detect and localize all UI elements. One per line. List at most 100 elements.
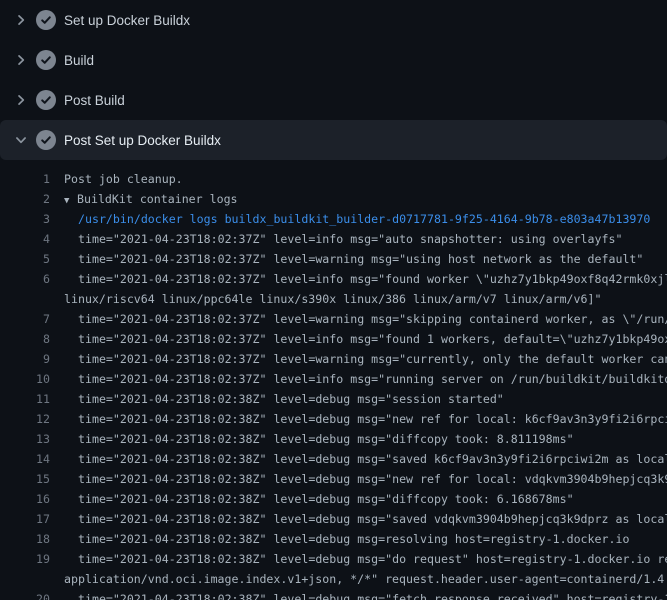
log-line-number[interactable]: 19	[0, 549, 50, 569]
log-line: 16 time="2021-04-23T18:02:38Z" level=deb…	[0, 489, 667, 509]
workflow-log-viewer: Set up Docker Buildx Build	[0, 0, 667, 600]
log-line-number[interactable]: 12	[0, 409, 50, 429]
section-label: Post Set up Docker Buildx	[64, 133, 221, 148]
log-line-text: time="2021-04-23T18:02:38Z" level=debug …	[78, 529, 629, 549]
log-line-number[interactable]: 7	[0, 309, 50, 329]
log-line-text: time="2021-04-23T18:02:38Z" level=debug …	[78, 429, 574, 449]
log-line-text-content: time="2021-04-23T18:02:38Z" level=debug …	[78, 392, 504, 406]
log-line: 13 time="2021-04-23T18:02:38Z" level=deb…	[0, 429, 667, 449]
log-line-text-content: time="2021-04-23T18:02:38Z" level=debug …	[78, 592, 667, 600]
log-line-number[interactable]: 20	[0, 589, 50, 600]
chevron-right-icon	[13, 12, 29, 28]
log-line-number[interactable]: 15	[0, 469, 50, 489]
log-line-text: ▼BuildKit container logs	[64, 189, 238, 209]
log-line: 3 /usr/bin/docker logs buildx_buildkit_b…	[0, 209, 667, 229]
log-line-text-content: time="2021-04-23T18:02:37Z" level=info m…	[78, 332, 667, 346]
log-line-number[interactable]: 16	[0, 489, 50, 509]
log-line-text-content: BuildKit container logs	[77, 192, 238, 206]
log-line-number[interactable]	[0, 289, 50, 309]
log-line-number[interactable]: 2	[0, 189, 50, 209]
log-line-number[interactable]: 18	[0, 529, 50, 549]
check-circle-icon	[36, 90, 56, 110]
log-line: application/vnd.oci.image.index.v1+json,…	[0, 569, 667, 589]
log-line-text: Post job cleanup.	[64, 169, 183, 189]
log-line-number[interactable]: 3	[0, 209, 50, 229]
chevron-right-icon	[13, 52, 29, 68]
section-row-set-up-docker-buildx[interactable]: Set up Docker Buildx	[0, 0, 667, 40]
log-line: 17 time="2021-04-23T18:02:38Z" level=deb…	[0, 509, 667, 529]
log-line-number[interactable]: 4	[0, 229, 50, 249]
log-line-number[interactable]: 9	[0, 349, 50, 369]
log-line: 9 time="2021-04-23T18:02:37Z" level=warn…	[0, 349, 667, 369]
log-line-text: /usr/bin/docker logs buildx_buildkit_bui…	[78, 209, 650, 229]
log-line-text: time="2021-04-23T18:02:38Z" level=debug …	[78, 449, 667, 469]
log-line-text-content: time="2021-04-23T18:02:37Z" level=warnin…	[78, 252, 643, 266]
log-line: 12 time="2021-04-23T18:02:38Z" level=deb…	[0, 409, 667, 429]
log-lines: 1 Post job cleanup. 2 ▼BuildKit containe…	[0, 169, 667, 600]
log-line-text-content: time="2021-04-23T18:02:37Z" level=info m…	[78, 232, 622, 246]
log-line: 6 time="2021-04-23T18:02:37Z" level=info…	[0, 269, 667, 289]
log-line-text-content: time="2021-04-23T18:02:37Z" level=warnin…	[78, 352, 667, 366]
section-row-post-build[interactable]: Post Build	[0, 80, 667, 120]
log-line-number[interactable]: 14	[0, 449, 50, 469]
log-line[interactable]: 2 ▼BuildKit container logs	[0, 189, 667, 209]
log-line: 20 time="2021-04-23T18:02:38Z" level=deb…	[0, 589, 667, 600]
log-line-text: time="2021-04-23T18:02:38Z" level=debug …	[78, 469, 667, 489]
section-row-post-set-up-docker-buildx[interactable]: Post Set up Docker Buildx	[0, 120, 667, 160]
log-line: 11 time="2021-04-23T18:02:38Z" level=deb…	[0, 389, 667, 409]
log-line-number[interactable]: 6	[0, 269, 50, 289]
section-label: Set up Docker Buildx	[64, 13, 190, 28]
group-collapse-icon[interactable]: ▼	[64, 191, 77, 211]
log-line-number[interactable]: 17	[0, 509, 50, 529]
log-line-text: time="2021-04-23T18:02:38Z" level=debug …	[78, 509, 667, 529]
log-line-text-content: time="2021-04-23T18:02:37Z" level=info m…	[78, 372, 667, 386]
log-line-text: time="2021-04-23T18:02:37Z" level=warnin…	[78, 349, 667, 369]
log-line-text: time="2021-04-23T18:02:37Z" level=info m…	[78, 269, 667, 289]
log-line: 14 time="2021-04-23T18:02:38Z" level=deb…	[0, 449, 667, 469]
chevron-down-icon	[13, 132, 29, 148]
check-circle-icon	[36, 50, 56, 70]
log-line-text: application/vnd.oci.image.index.v1+json,…	[64, 569, 667, 589]
log-line-number[interactable]: 1	[0, 169, 50, 189]
log-line-text-content: time="2021-04-23T18:02:38Z" level=debug …	[78, 492, 574, 506]
log-line-number[interactable]	[0, 569, 50, 589]
log-line-number[interactable]: 10	[0, 369, 50, 389]
log-line-text: time="2021-04-23T18:02:38Z" level=debug …	[78, 409, 667, 429]
log-line-number[interactable]: 13	[0, 429, 50, 449]
log-line: 15 time="2021-04-23T18:02:38Z" level=deb…	[0, 469, 667, 489]
steps-list: Set up Docker Buildx Build	[0, 0, 667, 160]
log-line-text-content: time="2021-04-23T18:02:37Z" level=info m…	[78, 272, 667, 286]
section-row-build[interactable]: Build	[0, 40, 667, 80]
log-line-number[interactable]: 8	[0, 329, 50, 349]
log-line: 18 time="2021-04-23T18:02:38Z" level=deb…	[0, 529, 667, 549]
section-label: Build	[64, 53, 94, 68]
log-line-text: time="2021-04-23T18:02:37Z" level=warnin…	[78, 309, 667, 329]
log-line-number[interactable]: 5	[0, 249, 50, 269]
log-line-text-content: time="2021-04-23T18:02:38Z" level=debug …	[78, 432, 574, 446]
log-line-text: time="2021-04-23T18:02:37Z" level=warnin…	[78, 249, 643, 269]
log-line: 5 time="2021-04-23T18:02:37Z" level=warn…	[0, 249, 667, 269]
log-line-number[interactable]: 11	[0, 389, 50, 409]
check-circle-icon	[36, 10, 56, 30]
log-line-text: time="2021-04-23T18:02:37Z" level=info m…	[78, 229, 622, 249]
log-line: 7 time="2021-04-23T18:02:37Z" level=warn…	[0, 309, 667, 329]
log-line-text: time="2021-04-23T18:02:38Z" level=debug …	[78, 549, 667, 569]
log-line-text-content: Post job cleanup.	[64, 172, 183, 186]
log-line-text-content: time="2021-04-23T18:02:38Z" level=debug …	[78, 472, 667, 486]
log-line-text: time="2021-04-23T18:02:38Z" level=debug …	[78, 589, 667, 600]
log-line-text-content: time="2021-04-23T18:02:37Z" level=warnin…	[78, 312, 667, 326]
log-line-text-content: time="2021-04-23T18:02:38Z" level=debug …	[78, 552, 667, 566]
log-line: 1 Post job cleanup.	[0, 169, 667, 189]
log-line-text-content: linux/riscv64 linux/ppc64le linux/s390x …	[64, 292, 601, 306]
chevron-right-icon	[13, 92, 29, 108]
log-line-text: linux/riscv64 linux/ppc64le linux/s390x …	[64, 289, 601, 309]
log-line-text: time="2021-04-23T18:02:37Z" level=info m…	[78, 369, 667, 389]
section-label: Post Build	[64, 93, 125, 108]
log-line-text: time="2021-04-23T18:02:37Z" level=info m…	[78, 329, 667, 349]
log-line-text: time="2021-04-23T18:02:38Z" level=debug …	[78, 389, 504, 409]
log-line-text-content: time="2021-04-23T18:02:38Z" level=debug …	[78, 452, 667, 466]
log-line-text-content: time="2021-04-23T18:02:38Z" level=debug …	[78, 532, 629, 546]
check-circle-icon	[36, 130, 56, 150]
log-line-text: time="2021-04-23T18:02:38Z" level=debug …	[78, 489, 574, 509]
log-line-text-content: time="2021-04-23T18:02:38Z" level=debug …	[78, 512, 667, 526]
